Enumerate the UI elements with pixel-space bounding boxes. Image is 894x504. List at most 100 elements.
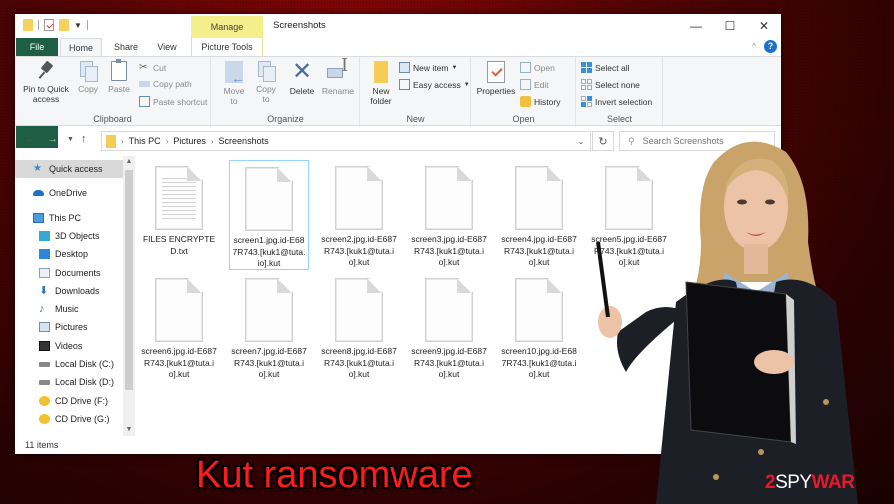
right-hand	[754, 350, 794, 374]
back-arrow-icon[interactable]: ←	[25, 133, 36, 145]
tab-view[interactable]: View	[149, 38, 185, 56]
recent-locations-chevron-icon[interactable]: ▼	[67, 136, 74, 143]
file-item[interactable]: screen10.jpg.id-E687R743.[kuk1@tuta.io].…	[499, 272, 579, 382]
window-controls: — ☐ ✕	[679, 14, 781, 38]
up-arrow-icon[interactable]: ↑	[81, 133, 87, 145]
address-bar[interactable]: › This PC › Pictures › Screenshots	[101, 131, 591, 151]
copy-to-icon	[258, 61, 276, 82]
jacket-button	[713, 474, 719, 480]
delete-button[interactable]: ✕ Delete	[286, 58, 318, 97]
sidebar-item-local-disk-c[interactable]: Local Disk (C:)	[15, 355, 123, 373]
address-dropdown-icon[interactable]: ⌄	[571, 131, 591, 151]
window-title: Screenshots	[273, 20, 326, 31]
file-name: FILES ENCRYPTED.txt	[142, 234, 216, 256]
cut-label: Cut	[153, 62, 167, 73]
file-item[interactable]: screen4.jpg.id-E687R743.[kuk1@tuta.io].k…	[499, 160, 579, 270]
move-to-button[interactable]: Move to	[220, 61, 248, 106]
cut-button[interactable]: ✂ Cut	[139, 62, 166, 73]
paste-shortcut-icon	[139, 96, 150, 107]
tab-share[interactable]: Share	[107, 38, 145, 56]
collapse-ribbon-icon[interactable]: ^	[752, 42, 756, 51]
sidebar-item-3d-objects[interactable]: 3D Objects	[15, 227, 123, 245]
sidebar-item-local-disk-d[interactable]: Local Disk (D:)	[15, 373, 123, 391]
copy-label: Copy	[78, 84, 98, 94]
tab-home[interactable]: Home	[60, 38, 102, 56]
copy-path-button[interactable]: Copy path	[139, 79, 192, 89]
file-item[interactable]: FILES ENCRYPTED.txt	[139, 160, 219, 270]
sidebar-item-cd-drive-g[interactable]: CD Drive (G:)	[15, 410, 123, 428]
sidebar-item-desktop[interactable]: Desktop	[15, 245, 123, 263]
sidebar-item-pictures[interactable]: Pictures	[15, 318, 123, 336]
sidebar-item-this-pc[interactable]: This PC	[15, 209, 123, 227]
scroll-up-icon[interactable]: ▲	[123, 156, 135, 168]
breadcrumb-screenshots[interactable]: Screenshots	[219, 136, 269, 146]
easy-access-button[interactable]: Easy access ▼	[399, 79, 470, 90]
sidebar-item-videos[interactable]: Videos	[15, 337, 123, 355]
customize-toolbar-dropdown-icon[interactable]: ▼	[74, 21, 82, 30]
file-item[interactable]: screen2.jpg.id-E687R743.[kuk1@tuta.io].k…	[319, 160, 399, 270]
new-item-label: New item	[413, 62, 449, 73]
file-item[interactable]: screen8.jpg.id-E687R743.[kuk1@tuta.io].k…	[319, 272, 399, 382]
star-icon: ★	[33, 163, 42, 174]
history-label: History	[534, 96, 561, 107]
sidebar-item-onedrive[interactable]: OneDrive	[15, 184, 123, 202]
file-item[interactable]: screen6.jpg.id-E687R743.[kuk1@tuta.io].k…	[139, 272, 219, 382]
select-all-button[interactable]: Select all	[581, 62, 630, 73]
clipboard-icon	[111, 59, 127, 81]
file-item[interactable]: screen1.jpg.id-E687R743.[kuk1@tuta.io].k…	[229, 160, 309, 270]
rename-button[interactable]: Rename	[320, 61, 356, 96]
sidebar-item-documents[interactable]: Documents	[15, 264, 123, 282]
breadcrumb-this-pc[interactable]: This PC	[129, 136, 161, 146]
sidebar-item-quick-access[interactable]: ★ Quick access	[15, 160, 123, 178]
help-icon[interactable]: ?	[764, 40, 777, 53]
sidebar-item-downloads[interactable]: ⬇ Downloads	[15, 282, 123, 300]
chevron-down-icon: ▼	[451, 64, 458, 71]
manage-contextual-tab[interactable]: Manage	[191, 16, 263, 38]
new-item-icon	[399, 62, 410, 73]
properties-icon[interactable]	[44, 19, 54, 31]
sidebar-item-label: 3D Objects	[55, 230, 100, 241]
tab-picture-tools[interactable]: Picture Tools	[191, 38, 263, 56]
history-button[interactable]: History	[520, 96, 560, 107]
new-item-button[interactable]: New item ▼	[399, 62, 457, 73]
scroll-down-icon[interactable]: ▼	[123, 424, 135, 436]
document-icon	[39, 267, 50, 278]
pin-to-quick-access-button[interactable]: Pin to Quick access	[19, 61, 73, 104]
edit-button[interactable]: Edit	[520, 79, 549, 90]
minimize-button[interactable]: —	[679, 14, 713, 38]
paste-shortcut-button[interactable]: Paste shortcut	[139, 96, 207, 107]
maximize-button[interactable]: ☐	[713, 14, 747, 38]
properties-button[interactable]: Properties	[476, 61, 516, 96]
blank-file-icon	[335, 278, 383, 342]
open-button[interactable]: Open	[520, 62, 555, 73]
new-group-label: New	[406, 114, 425, 124]
blank-file-icon	[515, 166, 563, 230]
select-none-label: Select none	[595, 79, 640, 90]
sidebar-item-label: OneDrive	[49, 188, 88, 199]
breadcrumb-separator-icon[interactable]: ›	[166, 137, 169, 146]
paste-button[interactable]: Paste	[105, 59, 133, 94]
breadcrumb-separator-icon[interactable]: ›	[211, 137, 214, 146]
select-none-button[interactable]: Select none	[581, 79, 640, 90]
forward-arrow-icon[interactable]: →	[47, 133, 58, 145]
nav-pane-scrollbar[interactable]: ▲ ▼	[123, 156, 135, 436]
invert-selection-button[interactable]: Invert selection	[581, 96, 652, 107]
new-folder-label: New folder	[370, 86, 392, 106]
copy-button[interactable]: Copy	[75, 61, 101, 94]
new-folder-icon[interactable]	[59, 19, 69, 31]
copy-to-button[interactable]: Copy to	[252, 61, 280, 104]
select-all-label: Select all	[595, 62, 630, 73]
jacket-button	[758, 449, 764, 455]
file-item[interactable]: screen9.jpg.id-E687R743.[kuk1@tuta.io].k…	[409, 272, 489, 382]
close-button[interactable]: ✕	[747, 14, 781, 38]
folder-icon[interactable]	[23, 19, 33, 31]
new-folder-button[interactable]: New folder	[367, 61, 395, 106]
breadcrumb-pictures[interactable]: Pictures	[173, 136, 206, 146]
file-item[interactable]: screen3.jpg.id-E687R743.[kuk1@tuta.io].k…	[409, 160, 489, 270]
breadcrumb-separator-icon[interactable]: ›	[121, 137, 124, 146]
sidebar-item-music[interactable]: ♪ Music	[15, 300, 123, 318]
delete-icon: ✕	[291, 58, 313, 85]
file-item[interactable]: screen7.jpg.id-E687R743.[kuk1@tuta.io].k…	[229, 272, 309, 382]
scroll-thumb[interactable]	[125, 170, 133, 390]
sidebar-item-cd-drive-f[interactable]: CD Drive (F:)	[15, 392, 123, 410]
